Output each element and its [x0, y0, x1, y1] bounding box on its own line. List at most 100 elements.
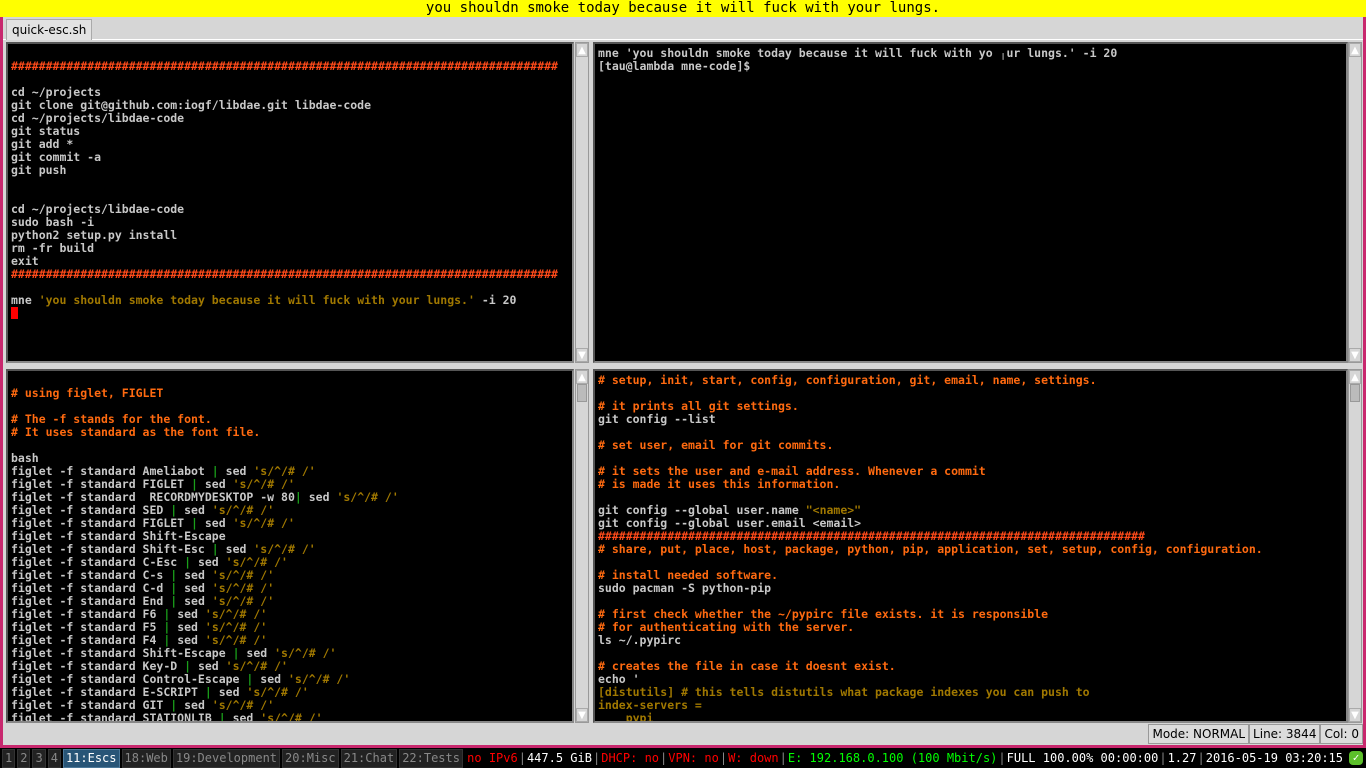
text-segment: -i 20: [474, 293, 517, 307]
text-segment: # share, put, place, host, package, pyth…: [598, 542, 1263, 556]
text-segment: # is made it uses this information.: [598, 477, 841, 491]
scrollbar-top-right[interactable]: ▲ ▼: [1348, 42, 1362, 363]
text-segment: 's/^/# /': [246, 685, 309, 699]
text-segment: figlet -f standard FIGLET: [11, 477, 192, 491]
separator: |: [998, 751, 1006, 765]
text-segment: ########################################…: [11, 59, 558, 73]
separator: |: [1159, 751, 1167, 765]
text-segment: 's/^/# /': [211, 568, 275, 582]
text-segment: sed: [191, 659, 226, 673]
terminal-line: python2 setup.py install: [11, 229, 569, 242]
separator: |: [719, 751, 728, 765]
workspace-button[interactable]: 19:Development: [172, 748, 281, 768]
scrollbar-bottom-right[interactable]: ▲ ▼: [1348, 369, 1362, 723]
terminal-line: git status: [11, 125, 569, 138]
terminal-line: [distutils] # this tells distutils what …: [598, 686, 1343, 699]
text-segment: # it prints all git settings.: [598, 399, 799, 413]
scrollbar-top-left[interactable]: ▲ ▼: [575, 42, 589, 363]
text-segment: |: [184, 659, 192, 673]
text-segment: figlet -f standard Ameliabot: [11, 464, 212, 478]
workspace-list: 1 2 3 4 11:Escs 18:Web 19:Development 20:Misc 21…: [2, 748, 465, 768]
scroll-down-icon[interactable]: ▼: [576, 708, 588, 722]
pane-top-right[interactable]: mne 'you shouldn smoke today because it …: [593, 42, 1348, 363]
terminal-line: ########################################…: [11, 268, 569, 281]
status-item: FULL 100.00% 00:00:00: [1006, 751, 1159, 765]
workspace-button[interactable]: 2: [17, 748, 31, 768]
scroll-up-icon[interactable]: ▲: [576, 370, 588, 384]
pane-top-left[interactable]: ########################################…: [6, 42, 574, 363]
terminal-line: cd ~/projects/libdae-code: [11, 203, 569, 216]
pane-bottom-left[interactable]: # using figlet, FIGLET # The -f stands fo…: [6, 369, 574, 723]
editor-window: quick-esc.sh ###########################…: [0, 17, 1366, 748]
terminal-line: # setup, init, start, config, configurat…: [598, 374, 1343, 387]
scroll-up-icon[interactable]: ▲: [576, 43, 588, 57]
text-segment: |: [204, 685, 212, 699]
workspace-button[interactable]: 21:Chat: [340, 748, 398, 768]
text-segment: [distutils] # this tells distutils what …: [598, 685, 1090, 699]
check-icon[interactable]: ✓: [1349, 751, 1363, 765]
workspace-button[interactable]: 22:Tests: [399, 748, 463, 768]
text-segment: 's/^/# /': [253, 542, 316, 556]
text-segment: figlet -f standard SED: [11, 503, 171, 517]
text-segment: sed: [191, 555, 226, 569]
text-segment: figlet -f standard STATIONLIB: [11, 711, 219, 723]
tab-quick-esc[interactable]: quick-esc.sh: [6, 19, 93, 40]
notification-text: you shouldn smoke today because it will …: [425, 0, 941, 16]
text-segment: git commit -a: [11, 150, 102, 164]
status-item: no IPv6: [467, 751, 518, 765]
separator: |: [592, 751, 601, 765]
text-segment: python2 setup.py install: [11, 228, 178, 242]
text-segment: sed: [211, 685, 247, 699]
text-segment: echo ': [598, 672, 640, 686]
text-segment: git push: [11, 163, 67, 177]
editor-status-line: Mode: NORMAL Line: 3844 Col: 0: [1148, 724, 1363, 744]
text-segment: sudo bash -i: [11, 215, 95, 229]
text-segment: |: [211, 542, 219, 556]
scroll-up-icon[interactable]: ▲: [1349, 370, 1361, 384]
scrollbar-bottom-left[interactable]: ▲ ▼: [575, 369, 589, 723]
terminal-line: git push: [11, 164, 569, 177]
status-item: VPN: no: [668, 751, 719, 765]
workspace-button[interactable]: 3: [32, 748, 46, 768]
text-segment: sed: [170, 607, 205, 621]
text-segment: sed: [253, 672, 288, 686]
text-segment: 's/^/# /': [274, 646, 337, 660]
text-segment: bash: [11, 451, 39, 465]
workspace-button[interactable]: 18:Web: [121, 748, 171, 768]
text-segment: 's/^/# /': [232, 516, 295, 530]
scroll-down-icon[interactable]: ▼: [576, 348, 588, 362]
workspace-button[interactable]: 11:Escs: [62, 748, 120, 768]
text-segment: 's/^/# /': [211, 581, 275, 595]
terminal-line: index-servers =: [598, 699, 1343, 712]
text-segment: sed: [239, 646, 275, 660]
text-segment: |: [184, 555, 192, 569]
workspace-button[interactable]: 4: [47, 748, 61, 768]
text-segment: # setup, init, start, config, configurat…: [598, 373, 1097, 387]
text-segment: 's/^/# /': [211, 503, 275, 517]
status-item: 1.27: [1167, 751, 1197, 765]
text-segment: pypi: [598, 711, 654, 723]
line-indicator: Line: 3844: [1249, 724, 1321, 744]
workspace-button[interactable]: 20:Misc: [282, 748, 339, 768]
text-segment: sed: [170, 633, 205, 647]
mode-indicator: Mode: NORMAL: [1148, 724, 1250, 744]
scrollbar-thumb[interactable]: [1350, 384, 1360, 402]
notification-bar: you shouldn smoke today because it will …: [0, 0, 1366, 17]
text-segment: [tau@lambda mne-code]$: [598, 59, 751, 73]
scroll-down-icon[interactable]: ▼: [1349, 348, 1361, 362]
tab-bar: quick-esc.sh: [3, 17, 1363, 40]
text-segment: git add *: [11, 137, 74, 151]
scroll-down-icon[interactable]: ▼: [1349, 708, 1361, 722]
text-segment: figlet -f standard F5: [11, 620, 164, 634]
pane-bottom-right[interactable]: # setup, init, start, config, configurat…: [593, 369, 1348, 723]
text-segment: 's/^/# /': [225, 555, 288, 569]
text-segment: ########################################…: [598, 529, 1145, 543]
scrollbar-thumb[interactable]: [577, 384, 587, 402]
text-segment: sed: [301, 490, 337, 504]
scroll-up-icon[interactable]: ▲: [1349, 43, 1361, 57]
terminal-line: figlet -f standard STATIONLIB | sed 's/^…: [11, 711, 569, 723]
text-segment: git status: [11, 124, 81, 138]
terminal-line: [tau@lambda mne-code]$: [598, 60, 1343, 73]
text-segment: 's/^/# /': [253, 464, 316, 478]
workspace-button[interactable]: 1: [2, 748, 16, 768]
